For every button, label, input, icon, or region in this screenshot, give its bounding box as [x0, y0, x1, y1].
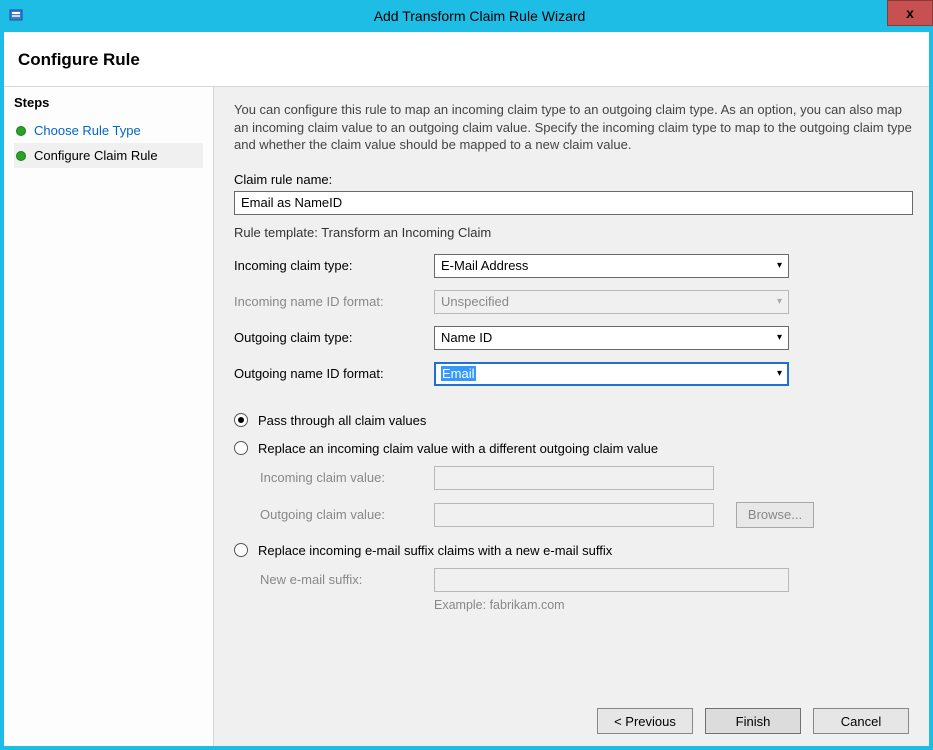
titlebar: Add Transform Claim Rule Wizard x [0, 0, 933, 32]
steps-sidebar: Steps Choose Rule Type Configure Claim R… [4, 87, 214, 746]
combo-value: Unspecified [441, 294, 509, 309]
chevron-down-icon: ▾ [777, 368, 782, 379]
radio-replace-suffix[interactable]: Replace incoming e-mail suffix claims wi… [234, 540, 913, 568]
incoming-name-id-format-combo: Unspecified ▾ [434, 290, 789, 314]
wizard-window: Add Transform Claim Rule Wizard x Config… [0, 0, 933, 750]
outgoing-name-id-format-combo[interactable]: Email ▾ [434, 362, 789, 386]
outgoing-claim-type-combo[interactable]: Name ID ▾ [434, 326, 789, 350]
value-mapping-radio-group: Pass through all claim values Replace an… [234, 410, 913, 612]
step-bullet-icon [16, 151, 26, 161]
outgoing-claim-type-label: Outgoing claim type: [234, 330, 434, 345]
outgoing-claim-value-input [434, 503, 714, 527]
incoming-claim-type-combo[interactable]: E-Mail Address ▾ [434, 254, 789, 278]
step-label: Choose Rule Type [34, 123, 141, 138]
cancel-button[interactable]: Cancel [813, 708, 909, 734]
step-bullet-icon [16, 126, 26, 136]
window-title: Add Transform Claim Rule Wizard [26, 8, 933, 24]
new-email-suffix-label: New e-mail suffix: [260, 572, 434, 587]
radio-icon [234, 413, 248, 427]
claim-rule-name-input[interactable] [234, 191, 913, 215]
combo-value: E-Mail Address [441, 258, 528, 273]
radio-icon [234, 543, 248, 557]
new-email-suffix-input [434, 568, 789, 592]
outgoing-claim-value-label: Outgoing claim value: [260, 507, 434, 522]
combo-value: Email [441, 366, 476, 381]
close-button[interactable]: x [887, 0, 933, 26]
steps-heading: Steps [14, 95, 203, 110]
chevron-down-icon: ▾ [777, 296, 782, 307]
example-text: Example: fabrikam.com [434, 598, 913, 612]
radio-label: Replace incoming e-mail suffix claims wi… [258, 543, 612, 558]
radio-icon [234, 441, 248, 455]
step-choose-rule-type[interactable]: Choose Rule Type [14, 118, 203, 143]
app-icon [8, 7, 26, 25]
radio-label: Pass through all claim values [258, 413, 426, 428]
step-configure-claim-rule[interactable]: Configure Claim Rule [14, 143, 203, 168]
wizard-footer: < Previous Finish Cancel [234, 696, 913, 734]
main-panel: You can configure this rule to map an in… [214, 87, 929, 746]
radio-pass-through[interactable]: Pass through all claim values [234, 410, 913, 438]
step-label: Configure Claim Rule [34, 148, 158, 163]
browse-button: Browse... [736, 502, 814, 528]
chevron-down-icon: ▾ [777, 260, 782, 271]
incoming-claim-type-label: Incoming claim type: [234, 258, 434, 273]
claim-rule-name-label: Claim rule name: [234, 172, 913, 187]
intro-text: You can configure this rule to map an in… [234, 101, 913, 154]
outgoing-name-id-format-label: Outgoing name ID format: [234, 366, 434, 381]
previous-button[interactable]: < Previous [597, 708, 693, 734]
page-heading: Configure Rule [4, 32, 929, 87]
combo-value: Name ID [441, 330, 492, 345]
rule-template-line: Rule template: Transform an Incoming Cla… [234, 225, 913, 240]
chevron-down-icon: ▾ [777, 332, 782, 343]
radio-label: Replace an incoming claim value with a d… [258, 441, 658, 456]
incoming-claim-value-input [434, 466, 714, 490]
finish-button[interactable]: Finish [705, 708, 801, 734]
radio-replace-value[interactable]: Replace an incoming claim value with a d… [234, 438, 913, 466]
incoming-claim-value-label: Incoming claim value: [260, 470, 434, 485]
incoming-name-id-format-label: Incoming name ID format: [234, 294, 434, 309]
wizard-body: Steps Choose Rule Type Configure Claim R… [4, 87, 929, 746]
